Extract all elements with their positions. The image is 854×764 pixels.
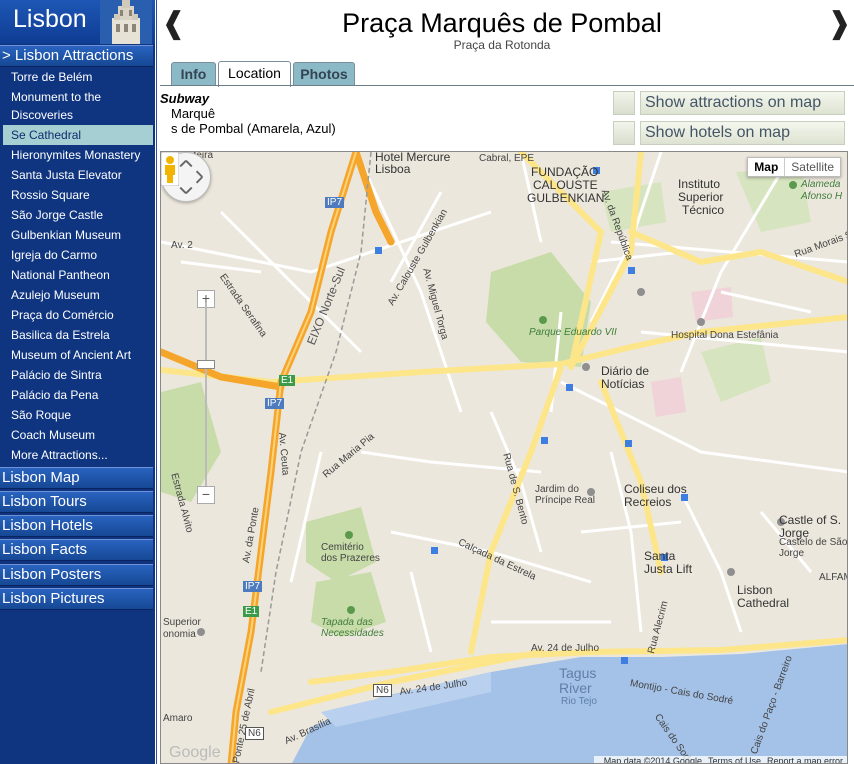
attraction-national-pantheon[interactable]: National Pantheon — [3, 265, 153, 285]
map-label: Santa Justa Lift — [644, 549, 693, 576]
attraction-se-cathedral[interactable]: Se Cathedral — [3, 125, 153, 145]
map-label: Técnico — [682, 203, 725, 217]
map-label: Cabral, EPE — [479, 153, 535, 164]
map-label: Tapada das Necessidades — [321, 617, 384, 639]
lisbon-pictures-link[interactable]: Lisbon Pictures — [0, 588, 153, 610]
attraction-sao-jorge-castle[interactable]: São Jorge Castle — [3, 205, 153, 225]
map-label: Hospital Dona Estefânia — [671, 330, 779, 341]
map-label: Parque Eduardo VII — [529, 327, 617, 338]
location-map[interactable]: Fronteira Hotel Mercure Lisboa Cabral, E… — [160, 151, 848, 764]
attractions-list: Torre de Belém Monument to the Discoveri… — [3, 67, 153, 465]
attraction-more[interactable]: More Attractions... — [3, 445, 153, 465]
map-label: Coliseu dos Recreios — [624, 482, 687, 509]
show-hotels-label[interactable]: Show hotels on map — [640, 121, 845, 145]
show-hotels-checkbox[interactable] — [613, 121, 635, 145]
attraction-gulbenkian-museum[interactable]: Gulbenkian Museum — [3, 225, 153, 245]
lisbon-tours-link[interactable]: Lisbon Tours — [0, 491, 153, 513]
tab-location[interactable]: Location — [218, 61, 291, 87]
map-label: Superior — [163, 617, 201, 628]
map-label: Alameda — [801, 179, 841, 190]
show-hotels-button[interactable]: Show hotels on map — [613, 121, 845, 145]
map-label: ALFAMA — [819, 572, 847, 583]
attraction-palacio-de-sintra[interactable]: Palácio de Sintra — [3, 365, 153, 385]
lisbon-map-link[interactable]: Lisbon Map — [0, 467, 153, 489]
next-arrow-icon[interactable]: ❱ — [827, 6, 852, 41]
brand-title[interactable]: Lisbon — [13, 5, 87, 34]
map-label: Diário de Notícias — [601, 364, 650, 391]
map-label: Jardim do Príncipe Real — [535, 484, 596, 506]
attraction-coach-museum[interactable]: Coach Museum — [3, 425, 153, 445]
attraction-hieronymites-monastery[interactable]: Hieronymites Monastery — [3, 145, 153, 165]
lisbon-attractions-header[interactable]: > Lisbon Attractions — [0, 45, 153, 67]
map-label: Rio Tejo — [561, 696, 597, 707]
show-attractions-button[interactable]: Show attractions on map — [613, 91, 845, 115]
map-label: onomia — [163, 629, 196, 640]
map-label: Cemitério dos Prazeres — [321, 542, 380, 564]
road-shield: N6 — [373, 684, 392, 697]
highway-shield: E1 — [279, 375, 296, 386]
lisbon-hotels-link[interactable]: Lisbon Hotels — [0, 515, 153, 537]
attraction-igreja-do-carmo[interactable]: Igreja do Carmo — [3, 245, 153, 265]
map-label: Lisbon Cathedral — [737, 583, 790, 610]
google-logo[interactable]: Google — [169, 744, 221, 762]
subway-station-line2: s de Pombal (Amarela, Azul) — [171, 121, 336, 136]
attraction-basilica-da-estrela[interactable]: Basilica da Estrela — [3, 325, 153, 345]
attraction-santa-justa-elevator[interactable]: Santa Justa Elevator — [3, 165, 153, 185]
highway-shield: IP7 — [265, 398, 285, 409]
highway-shield: IP7 — [243, 581, 263, 592]
zoom-slider-track[interactable] — [205, 302, 207, 492]
map-label: Afonso H — [801, 191, 843, 202]
map-label: Lisboa — [375, 162, 411, 176]
highway-shield: E1 — [243, 606, 260, 617]
brand-header[interactable]: Lisbon — [0, 0, 155, 44]
map-label: Tagus River — [559, 665, 597, 696]
zoom-slider-handle[interactable] — [197, 360, 215, 369]
subway-station-line1: Marquê — [171, 106, 216, 121]
map-type-map-button[interactable]: Map — [748, 158, 784, 176]
page-title: Praça Marquês de Pombal — [342, 8, 662, 38]
map-label: GULBENKIAN — [527, 191, 605, 205]
road-shield: N6 — [245, 727, 264, 740]
lisbon-facts-link[interactable]: Lisbon Facts — [0, 539, 153, 561]
sidebar: Lisbon > Lisbon Attractions Torre de Bel… — [0, 0, 155, 764]
map-data-credit: Map data ©2014 Google — [603, 756, 702, 764]
map-label: Castelo de São Jorge — [779, 537, 848, 559]
page-subtitle: Praça da Rotonda — [453, 38, 551, 52]
report-map-error-link[interactable]: Report a map error — [767, 756, 843, 763]
show-attractions-checkbox[interactable] — [613, 91, 635, 115]
attraction-azulejo-museum[interactable]: Azulejo Museum — [3, 285, 153, 305]
terms-of-use-link[interactable]: Terms of Use — [708, 756, 761, 763]
map-label: Av. 2 — [171, 240, 193, 251]
map-label: Av. 24 de Julho — [531, 643, 600, 654]
zoom-out-button[interactable]: − — [197, 486, 215, 504]
attraction-sao-roque[interactable]: São Roque — [3, 405, 153, 425]
street-view-pegman-icon[interactable] — [161, 152, 179, 186]
attraction-praca-do-comercio[interactable]: Praça do Comércio — [3, 305, 153, 325]
belem-tower-logo — [100, 0, 152, 44]
attraction-palacio-da-pena[interactable]: Palácio da Pena — [3, 385, 153, 405]
map-label: Amaro — [163, 713, 193, 724]
attraction-monument-discoveries[interactable]: Monument to the Discoveries — [3, 87, 153, 125]
attraction-rossio-square[interactable]: Rossio Square — [3, 185, 153, 205]
lisbon-posters-link[interactable]: Lisbon Posters — [0, 564, 153, 586]
map-type-control: Map Satellite — [747, 157, 841, 177]
show-attractions-label[interactable]: Show attractions on map — [640, 91, 845, 115]
attraction-torre-de-belem[interactable]: Torre de Belém — [3, 67, 153, 87]
tab-info[interactable]: Info — [171, 62, 216, 86]
main-panel: ❰ Praça Marquês de Pombal Praça da Roton… — [156, 0, 854, 764]
subway-heading: Subway — [160, 91, 210, 106]
map-attribution: Map data ©2014 Google Terms of Use Report … — [593, 756, 847, 764]
attraction-museum-ancient-art[interactable]: Museum of Ancient Art — [3, 345, 153, 365]
map-type-satellite-button[interactable]: Satellite — [784, 158, 840, 176]
tab-photos[interactable]: Photos — [293, 62, 355, 86]
highway-shield: IP7 — [325, 197, 345, 208]
tab-divider — [160, 85, 854, 86]
